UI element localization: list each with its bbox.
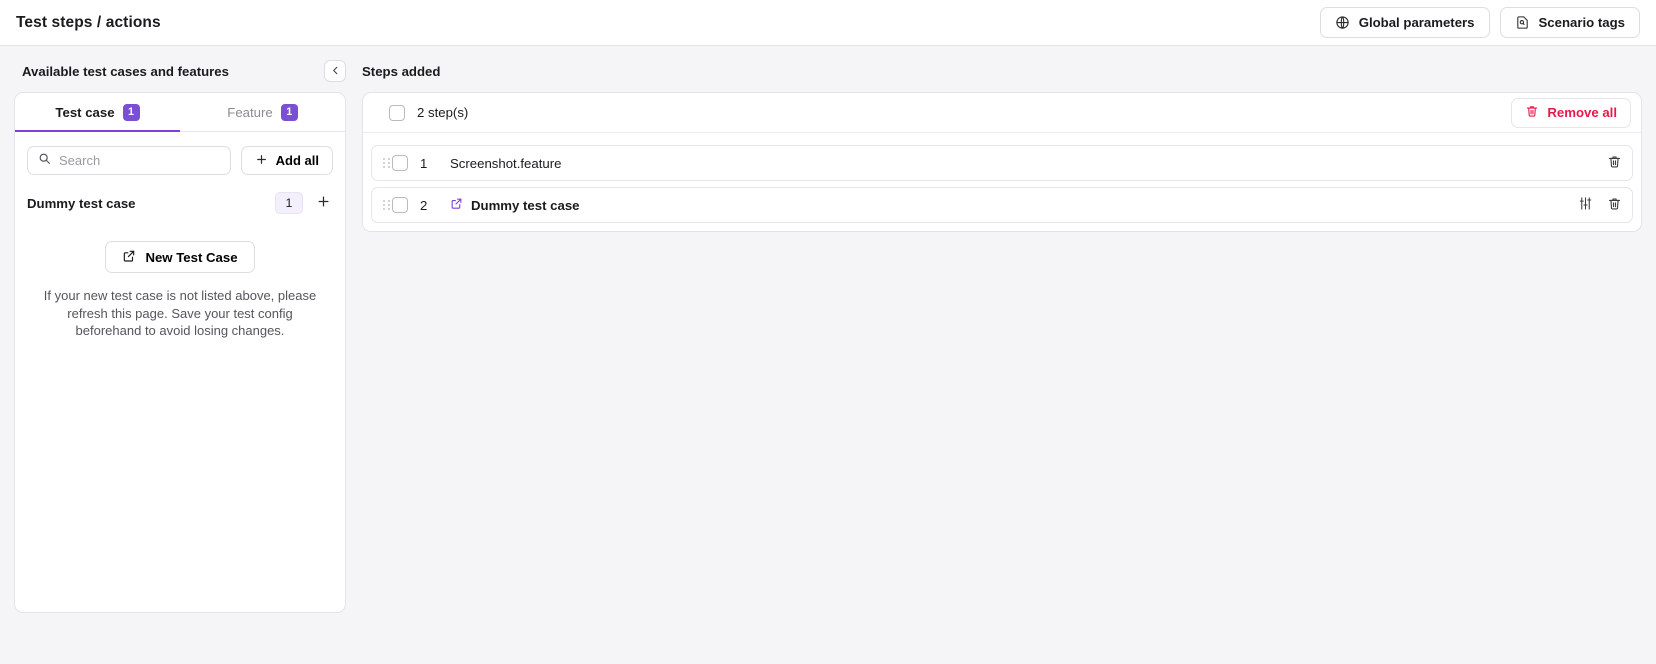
steps-list: 1 Screenshot.feature 2 Dummy test case: [363, 133, 1641, 231]
panel-tabs: Test case 1 Feature 1: [15, 93, 345, 132]
plus-icon: [316, 194, 331, 212]
new-test-case-button[interactable]: New Test Case: [105, 241, 255, 273]
tab-test-case-label: Test case: [55, 104, 115, 120]
test-case-list-item[interactable]: Dummy test case 1: [15, 187, 345, 217]
global-parameters-label: Global parameters: [1358, 15, 1475, 30]
plus-icon: [255, 153, 268, 169]
trash-icon: [1607, 154, 1622, 172]
search-icon: [38, 152, 51, 170]
main-content: Available test cases and features Test c…: [0, 46, 1656, 664]
steps-card: 2 step(s) Remove all 1 Screenshot.featur…: [362, 92, 1642, 232]
drag-handle-icon[interactable]: [380, 200, 392, 210]
chevron-left-icon: [330, 64, 341, 79]
add-all-button[interactable]: Add all: [240, 146, 333, 175]
step-label: Screenshot.feature: [450, 155, 562, 171]
external-link-icon: [122, 249, 136, 266]
available-cases-panel: Available test cases and features Test c…: [14, 60, 346, 664]
step-checkbox[interactable]: [392, 197, 408, 213]
steps-panel-title: Steps added: [362, 63, 441, 79]
step-checkbox[interactable]: [392, 155, 408, 171]
tab-test-case-badge: 1: [122, 103, 140, 121]
step-label: Dummy test case: [471, 197, 580, 213]
trash-icon: [1607, 196, 1622, 214]
steps-panel-header: Steps added: [362, 60, 1642, 82]
table-row[interactable]: 2 Dummy test case: [371, 187, 1633, 223]
steps-toolbar: 2 step(s) Remove all: [363, 93, 1641, 133]
tag-document-icon: [1515, 15, 1530, 30]
drag-handle-icon[interactable]: [380, 158, 392, 168]
step-label-wrapper: Dummy test case: [450, 197, 1578, 213]
test-case-count-chip[interactable]: 1: [275, 192, 303, 214]
top-bar-actions: Global parameters Scenario tags: [1319, 7, 1640, 38]
table-row[interactable]: 1 Screenshot.feature: [371, 145, 1633, 181]
new-test-case-wrapper: New Test Case: [15, 241, 345, 273]
external-link-icon[interactable]: [450, 197, 463, 213]
left-panel-title: Available test cases and features: [22, 63, 229, 79]
step-index: 1: [420, 155, 428, 171]
row-actions: [1578, 196, 1622, 214]
search-input[interactable]: [59, 153, 220, 168]
tab-feature-badge: 1: [280, 103, 298, 121]
search-box[interactable]: [27, 146, 231, 175]
collapse-panel-button[interactable]: [324, 60, 346, 82]
scenario-tags-button[interactable]: Scenario tags: [1499, 7, 1640, 38]
add-test-case-button[interactable]: [313, 193, 333, 213]
page-title: Test steps / actions: [16, 13, 161, 31]
remove-all-button[interactable]: Remove all: [1511, 97, 1631, 128]
delete-step-button[interactable]: [1607, 154, 1622, 172]
globe-icon: [1335, 15, 1350, 30]
add-all-label: Add all: [275, 153, 319, 168]
row-actions: [1607, 154, 1622, 172]
step-count-label: 2 step(s): [417, 105, 469, 120]
search-row: Add all: [15, 132, 345, 187]
left-panel-header: Available test cases and features: [14, 60, 346, 82]
trash-icon: [1525, 104, 1539, 121]
tab-feature-label: Feature: [227, 104, 273, 120]
step-parameters-button[interactable]: [1578, 196, 1593, 214]
remove-all-label: Remove all: [1547, 105, 1617, 120]
delete-step-button[interactable]: [1607, 196, 1622, 214]
test-case-name: Dummy test case: [27, 195, 136, 211]
steps-added-panel: Steps added 2 step(s) Remove all 1 Scree…: [362, 60, 1642, 664]
global-parameters-button[interactable]: Global parameters: [1319, 7, 1490, 38]
select-all-checkbox[interactable]: [389, 104, 405, 121]
scenario-tags-label: Scenario tags: [1538, 15, 1626, 30]
new-test-case-label: New Test Case: [145, 249, 238, 265]
tab-test-case[interactable]: Test case 1: [15, 93, 180, 132]
sliders-icon: [1578, 196, 1593, 214]
available-cases-card: Test case 1 Feature 1 Search Add all Dum…: [14, 92, 346, 613]
top-bar: Test steps / actions Global parameters S…: [0, 0, 1656, 46]
step-index: 2: [420, 197, 428, 213]
help-text: If your new test case is not listed abov…: [43, 288, 317, 338]
tab-feature[interactable]: Feature 1: [180, 93, 345, 131]
